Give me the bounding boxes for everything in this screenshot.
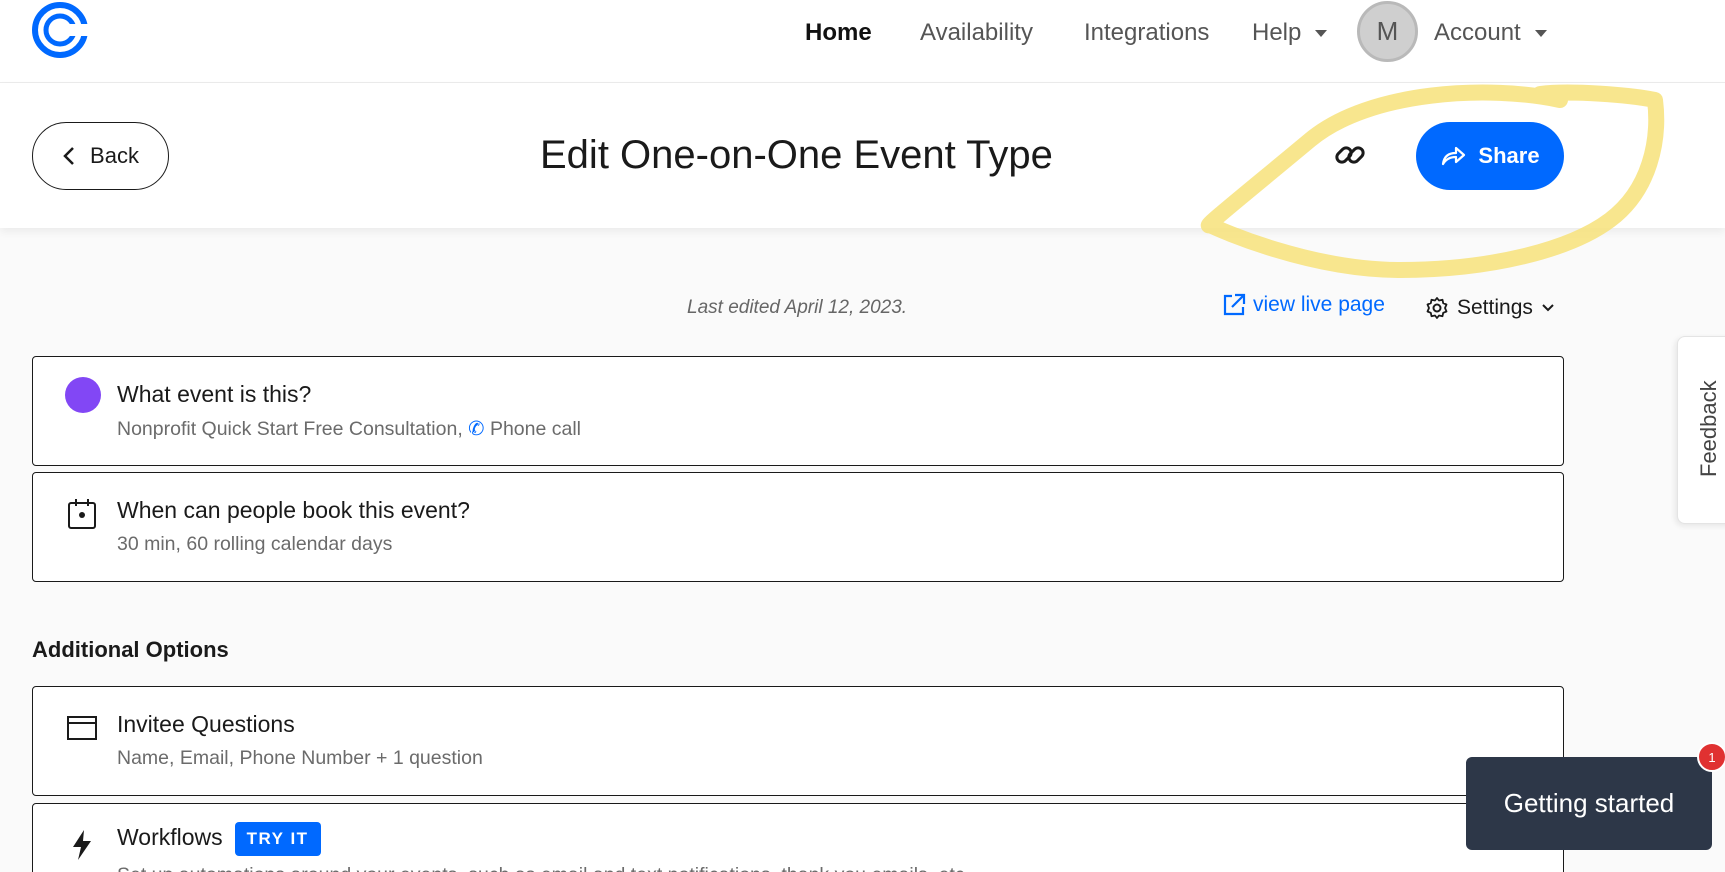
- nav-integrations[interactable]: Integrations: [1084, 19, 1209, 47]
- event-details-card[interactable]: What event is this? Nonprofit Quick Star…: [32, 356, 1564, 466]
- getting-started-button[interactable]: Getting started: [1466, 757, 1712, 850]
- page-title: Edit One-on-One Event Type: [540, 133, 1053, 177]
- form-icon: [67, 716, 97, 740]
- view-live-page-link[interactable]: view live page: [1221, 292, 1385, 318]
- scheduling-title: When can people book this event?: [117, 497, 470, 523]
- workflows-title: Workflows TRY IT: [117, 822, 321, 856]
- location-type: Phone call: [489, 418, 582, 440]
- page-header: Back Edit One-on-One Event Type Share: [0, 83, 1725, 228]
- invitee-questions-subtitle: Name, Email, Phone Number + 1 question: [117, 747, 483, 769]
- copy-link-icon[interactable]: [1333, 138, 1367, 172]
- notification-badge: 1: [1697, 742, 1725, 772]
- feedback-label: Feedback: [1696, 380, 1721, 477]
- back-label: Back: [90, 143, 139, 168]
- settings-dropdown[interactable]: Settings: [1425, 296, 1555, 320]
- event-details-subtitle: Nonprofit Quick Start Free Consultation,…: [117, 417, 581, 441]
- external-link-icon: [1223, 293, 1246, 316]
- last-edited-text: Last edited April 12, 2023.: [687, 297, 908, 318]
- scheduling-card[interactable]: When can people book this event? 30 min,…: [32, 472, 1564, 582]
- nav-home[interactable]: Home: [805, 19, 872, 47]
- chevron-left-icon: [63, 147, 74, 165]
- share-label: Share: [1478, 143, 1540, 168]
- nav-account[interactable]: Account: [1434, 19, 1547, 47]
- settings-label: Settings: [1457, 296, 1533, 319]
- getting-started-label: Getting started: [1503, 788, 1675, 818]
- feedback-tab[interactable]: Feedback: [1677, 336, 1725, 524]
- workflows-subtitle: Set up automations around your events, s…: [117, 864, 970, 872]
- phone-icon: ✆: [468, 418, 485, 440]
- chevron-down-icon: [1542, 304, 1554, 312]
- chevron-down-icon: [1534, 30, 1547, 38]
- event-name: Nonprofit Quick Start Free Consultation,: [117, 418, 463, 440]
- nav-help[interactable]: Help: [1252, 19, 1328, 47]
- event-color-dot-icon: [65, 377, 101, 413]
- invitee-questions-card[interactable]: Invitee Questions Name, Email, Phone Num…: [32, 686, 1564, 796]
- nav-help-label: Help: [1252, 19, 1302, 46]
- additional-options-heading: Additional Options: [32, 637, 229, 662]
- calendar-icon: [68, 499, 96, 529]
- chevron-down-icon: [1315, 30, 1328, 38]
- nav-availability[interactable]: Availability: [920, 19, 1033, 47]
- share-arrow-icon: [1442, 146, 1466, 166]
- nav-account-label: Account: [1434, 19, 1521, 46]
- workflows-label: Workflows: [117, 824, 223, 851]
- back-button[interactable]: Back: [32, 122, 169, 190]
- scheduling-subtitle: 30 min, 60 rolling calendar days: [117, 533, 393, 555]
- top-nav: Home Availability Integrations Help M Ac…: [0, 0, 1725, 83]
- view-live-page-label: view live page: [1253, 293, 1385, 316]
- event-details-title: What event is this?: [117, 381, 312, 407]
- lightning-icon: [73, 830, 91, 860]
- share-button[interactable]: Share: [1416, 122, 1564, 190]
- try-it-badge[interactable]: TRY IT: [234, 822, 321, 856]
- invitee-questions-title: Invitee Questions: [117, 711, 295, 737]
- calendly-logo[interactable]: [30, 0, 90, 60]
- workflows-card[interactable]: Workflows TRY IT Set up automations aroun…: [32, 803, 1564, 872]
- avatar[interactable]: M: [1357, 1, 1418, 62]
- gear-icon: [1426, 297, 1448, 319]
